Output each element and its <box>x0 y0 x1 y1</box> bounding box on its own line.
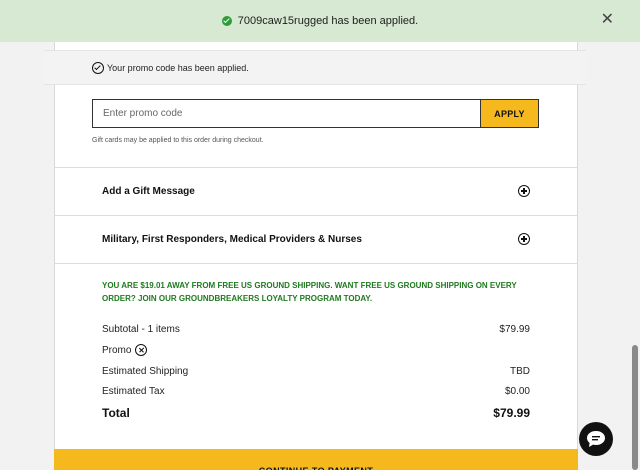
total-label: Total <box>102 406 130 420</box>
total-row: Total $79.99 <box>102 406 530 420</box>
free-shipping-message: YOU ARE $19.01 AWAY FROM FREE US GROUND … <box>102 281 517 303</box>
gift-message-accordion[interactable]: Add a Gift Message <box>54 167 578 215</box>
shipping-value: TBD <box>510 366 530 377</box>
divider <box>54 263 578 264</box>
total-value: $79.99 <box>493 406 530 420</box>
chat-bubble-icon <box>587 431 605 447</box>
subtotal-label: Subtotal - 1 items <box>102 324 180 335</box>
close-icon[interactable]: ✕ <box>601 11 614 29</box>
subtotal-value: $79.99 <box>499 324 530 335</box>
tax-row: Estimated Tax $0.00 <box>102 386 530 397</box>
military-discount-accordion[interactable]: Military, First Responders, Medical Prov… <box>54 215 578 263</box>
accordion-label: Add a Gift Message <box>102 185 195 197</box>
accordion-label: Military, First Responders, Medical Prov… <box>102 233 362 245</box>
promo-applied-bar: Your promo code has been applied. <box>44 50 586 85</box>
shipping-row: Estimated Shipping TBD <box>102 366 530 377</box>
check-circle-icon <box>221 16 232 26</box>
apply-promo-button[interactable]: APPLY <box>480 99 539 128</box>
promo-row: Promo <box>102 344 530 356</box>
check-circle-icon <box>92 61 104 74</box>
chat-button[interactable] <box>579 422 613 456</box>
continue-to-payment-button[interactable]: CONTINUE TO PAYMENT <box>54 449 578 470</box>
toast-message: 7009caw15rugged has been applied. <box>237 15 419 27</box>
promo-label: Promo <box>102 344 132 356</box>
scrollbar-thumb[interactable] <box>632 345 638 470</box>
promo-code-input[interactable] <box>92 99 480 128</box>
shipping-label: Estimated Shipping <box>102 366 189 377</box>
promo-applied-text: Your promo code has been applied. <box>107 62 249 73</box>
tax-value: $0.00 <box>504 386 530 397</box>
subtotal-row: Subtotal - 1 items $79.99 <box>102 324 530 335</box>
plus-circle-icon[interactable] <box>518 185 530 197</box>
remove-promo-icon[interactable] <box>135 344 148 356</box>
gift-card-note: Gift cards may be applied to this order … <box>92 137 264 144</box>
plus-circle-icon[interactable] <box>518 233 530 245</box>
tax-label: Estimated Tax <box>102 386 165 397</box>
promo-applied-toast: 7009caw15rugged has been applied. ✕ <box>0 0 640 42</box>
